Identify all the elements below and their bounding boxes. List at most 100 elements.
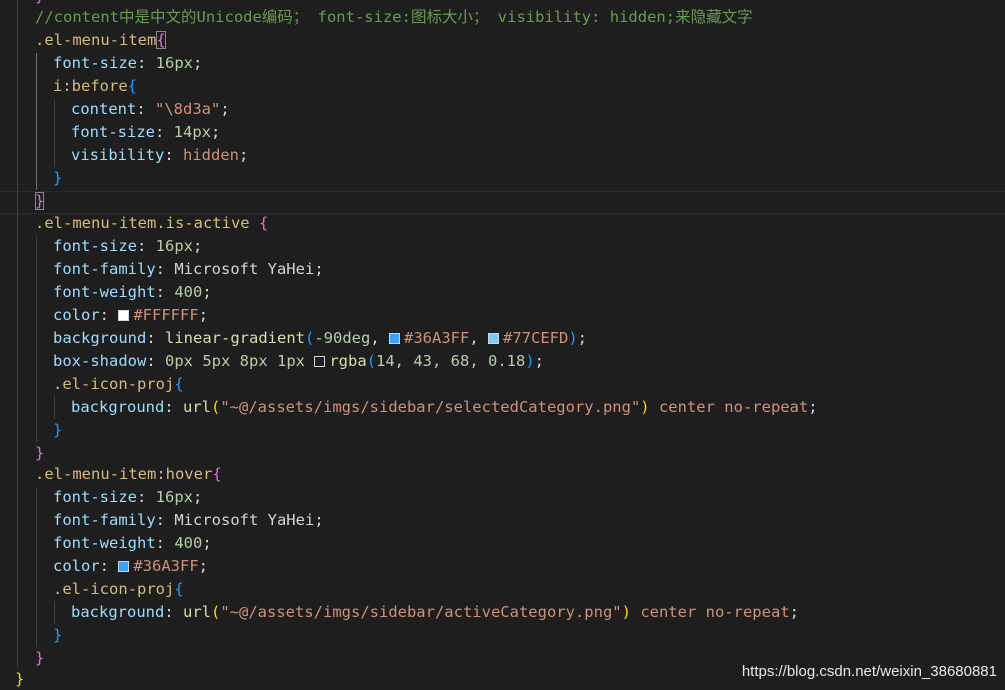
property-value: #36A3FF [133, 557, 199, 575]
property-value: hidden [183, 146, 239, 164]
color-swatch[interactable] [118, 310, 130, 321]
color-swatch[interactable] [389, 333, 400, 344]
code-line: } [53, 419, 62, 442]
property-value: #36A3FF [404, 329, 470, 347]
code-line: } [35, 647, 44, 670]
property-name: box-shadow [53, 352, 147, 370]
code-line: font-weight: 400; [53, 534, 212, 552]
property-name: font-weight [53, 283, 156, 301]
close-brace: } [35, 444, 45, 462]
open-brace: { [258, 214, 269, 232]
indent-guide [36, 237, 37, 442]
code-line: background: url("~@/assets/imgs/sidebar/… [71, 603, 799, 621]
selector: .el-menu-item:hover [35, 465, 213, 483]
code-line: color: #FFFFFF; [53, 306, 209, 324]
code-line: font-family: Microsoft YaHei; [53, 511, 324, 529]
indent-guide [17, 0, 18, 667]
property-value: Microsoft YaHei [174, 260, 315, 278]
indent-guide-active [36, 53, 37, 190]
code-line: font-weight: 400; [53, 283, 212, 301]
property-name: font-size [53, 54, 137, 72]
selector: .el-icon-proj [53, 580, 175, 598]
code-line: .el-menu-item{ [35, 29, 166, 52]
selector: .el-menu-item [35, 31, 157, 49]
property-value: "\8d3a" [155, 100, 221, 118]
close-brace: } [15, 670, 25, 688]
code-line: visibility: hidden; [71, 146, 249, 164]
code-line: font-size: 16px; [53, 488, 203, 506]
open-brace: { [174, 375, 184, 393]
property-name: font-size [53, 237, 137, 255]
property-value: 14, 43, 68, 0.18 [376, 352, 526, 370]
code-line: font-size: 14px; [71, 123, 221, 141]
code-line: color: #36A3FF; [53, 557, 209, 575]
indent-guide [54, 396, 55, 419]
property-name: visibility [71, 146, 165, 164]
property-name: color [53, 306, 100, 324]
code-line: } [53, 167, 62, 190]
close-brace: } [35, 649, 45, 667]
property-value: #77CEFD [503, 329, 569, 347]
code-line: font-size: 16px; [53, 54, 203, 72]
close-brace: } [53, 626, 63, 644]
code-line: box-shadow: 0px 5px 8px 1px rgba(14, 43,… [53, 352, 544, 370]
property-name: background [53, 329, 147, 347]
close-brace: } [35, 192, 45, 210]
code-line: .el-icon-proj{ [53, 373, 184, 396]
property-value: 16px [155, 488, 193, 506]
property-value: 400 [174, 534, 203, 552]
code-line: .el-menu-item.is-active { [35, 212, 268, 235]
string-value: "~@/assets/imgs/sidebar/activeCategory.p… [220, 603, 622, 621]
property-value: center no-repeat [640, 603, 790, 621]
property-name: font-family [53, 511, 156, 529]
current-line-highlight [0, 191, 1005, 214]
selector: .el-menu-item.is-active [35, 214, 250, 232]
property-value: 0px 5px 8px 1px [165, 352, 305, 370]
watermark-text: https://blog.csdn.net/weixin_38680881 [741, 663, 997, 680]
property-value: 14px [173, 123, 211, 141]
color-swatch[interactable] [488, 333, 499, 344]
code-editor[interactable]: } //content中是中文的Unicode编码； font-size:图标大… [0, 0, 1005, 690]
color-swatch[interactable] [118, 561, 130, 572]
code-line: } [53, 624, 62, 647]
function-name: url [183, 398, 211, 416]
code-line: } [15, 668, 24, 690]
indent-guide [54, 99, 55, 167]
property-value: 16px [155, 54, 193, 72]
color-swatch[interactable] [314, 356, 326, 367]
code-line: background: url("~@/assets/imgs/sidebar/… [71, 398, 818, 416]
function-name: linear-gradient [165, 329, 305, 347]
string-value: "~@/assets/imgs/sidebar/selectedCategory… [220, 398, 641, 416]
open-brace: { [174, 580, 184, 598]
indent-guide [36, 488, 37, 647]
comment-text: //content中是中文的Unicode编码； font-size:图标大小；… [35, 8, 753, 26]
property-value: Microsoft YaHei [174, 511, 315, 529]
property-value: 16px [155, 237, 193, 255]
property-name: font-weight [53, 534, 156, 552]
code-line: } [35, 442, 44, 465]
code-line: content: "\8d3a"; [71, 100, 230, 118]
open-brace: { [212, 465, 222, 483]
property-value: center no-repeat [658, 398, 809, 416]
close-brace: } [53, 169, 63, 187]
open-brace: { [156, 31, 166, 49]
property-value: #FFFFFF [133, 306, 199, 324]
property-name: font-family [53, 260, 156, 278]
close-brace: } [53, 421, 63, 439]
property-value: -90deg [314, 329, 371, 347]
code-line: //content中是中文的Unicode编码； font-size:图标大小；… [35, 6, 753, 29]
code-line: font-family: Microsoft YaHei; [53, 260, 324, 278]
property-name: background [71, 603, 165, 621]
open-brace: { [127, 77, 137, 95]
indent-guide [54, 601, 55, 624]
selector: i:before [53, 77, 128, 95]
property-name: color [53, 557, 100, 575]
code-line: .el-menu-item:hover{ [35, 463, 222, 486]
property-value: 400 [174, 283, 203, 301]
code-line: .el-icon-proj{ [53, 578, 184, 601]
selector: .el-icon-proj [53, 375, 175, 393]
code-line: background: linear-gradient(-90deg, #36A… [53, 329, 588, 347]
property-name: font-size [53, 488, 137, 506]
code-line: i:before{ [53, 75, 137, 98]
code-line: } [35, 190, 45, 213]
